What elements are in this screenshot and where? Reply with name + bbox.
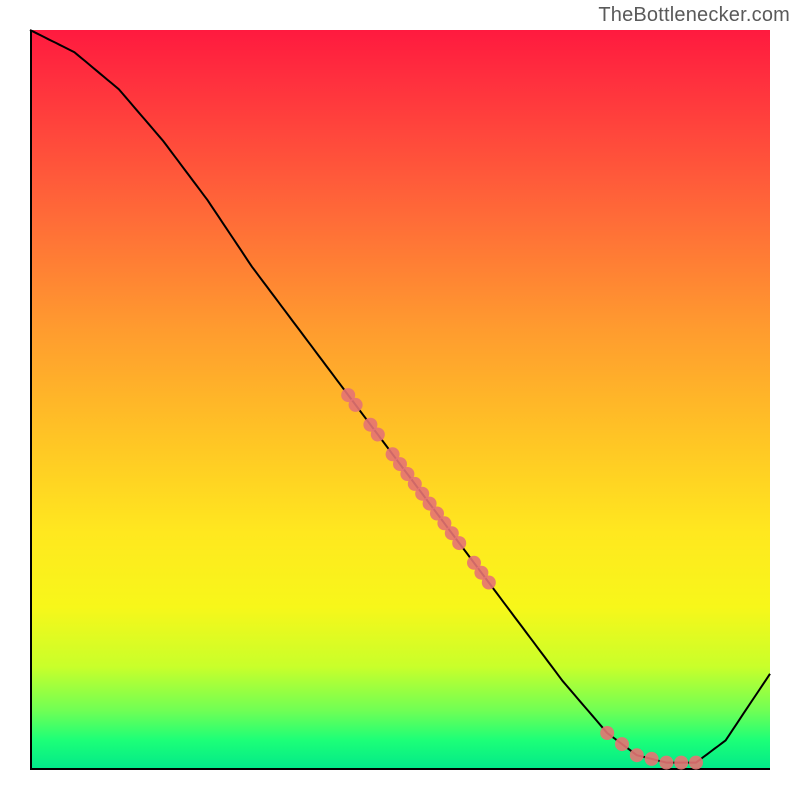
chart-container: TheBottlenecker.com: [0, 0, 800, 800]
data-point: [630, 748, 644, 762]
data-point: [674, 756, 688, 770]
data-point: [600, 726, 614, 740]
curve-layer: [30, 30, 770, 763]
data-point: [645, 752, 659, 766]
attribution-text: TheBottlenecker.com: [598, 4, 790, 27]
points-layer: [341, 388, 703, 769]
data-point: [659, 756, 673, 770]
data-point: [615, 737, 629, 751]
data-point: [349, 398, 363, 412]
data-point: [452, 536, 466, 550]
data-point: [371, 428, 385, 442]
data-point: [689, 756, 703, 770]
data-point: [482, 576, 496, 590]
chart-svg: [30, 30, 770, 770]
bottleneck-curve: [30, 30, 770, 763]
